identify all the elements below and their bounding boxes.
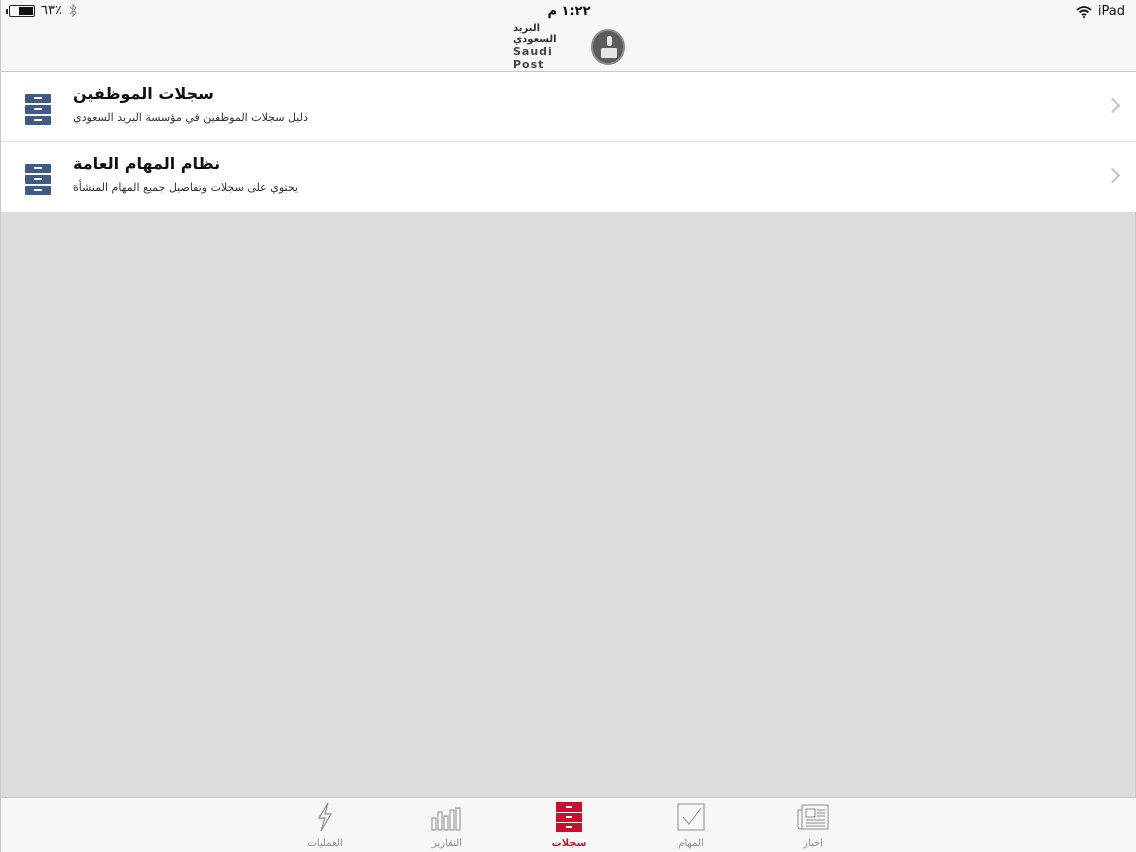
lightning-icon bbox=[308, 802, 342, 832]
tab-bar: العمليات التقارير سجلات المهام اخبار bbox=[1, 797, 1136, 852]
tab-operations[interactable]: العمليات bbox=[285, 802, 365, 850]
list-item-text: نظام المهام العامة يحتوي على سجلات وتفاص… bbox=[73, 154, 1093, 194]
file-cabinet-icon bbox=[25, 164, 51, 196]
list-item-title: سجلات الموظفين bbox=[73, 84, 214, 103]
chevron-right-icon bbox=[1104, 97, 1121, 114]
tab-label: سجلات bbox=[551, 838, 587, 849]
file-cabinet-icon bbox=[25, 94, 51, 126]
newspaper-icon bbox=[796, 802, 830, 832]
tab-tasks[interactable]: المهام bbox=[651, 802, 731, 850]
saudi-post-logo: البريد السعودي Saudi Post bbox=[513, 23, 625, 70]
bar-chart-icon bbox=[430, 802, 464, 832]
tab-reports[interactable]: التقارير bbox=[407, 802, 487, 850]
tab-label: العمليات bbox=[307, 838, 343, 849]
tab-records[interactable]: سجلات bbox=[529, 802, 609, 850]
logo-english: Saudi Post bbox=[513, 44, 553, 71]
device-name: iPad bbox=[1097, 4, 1125, 19]
list-item-subtitle: يحتوي على سجلات وتفاصيل جميع المهام المن… bbox=[73, 181, 298, 194]
status-right-group: iPad bbox=[1076, 4, 1125, 19]
list-item-title: نظام المهام العامة bbox=[73, 154, 221, 173]
status-bar: ٦٣٪ ١:٢٢ م iPad bbox=[1, 0, 1136, 24]
status-time: ١:٢٢ م bbox=[547, 4, 591, 19]
file-cabinet-icon bbox=[552, 802, 586, 832]
list-item-employee-records[interactable]: سجلات الموظفين دليل سجلات الموظفين في مؤ… bbox=[1, 72, 1136, 142]
chevron-right-icon bbox=[1104, 167, 1121, 184]
logo-text: البريد السعودي Saudi Post bbox=[513, 23, 585, 71]
tab-news[interactable]: اخبار bbox=[773, 802, 853, 850]
tab-label: التقارير bbox=[431, 838, 463, 849]
ipad-screen: ٦٣٪ ١:٢٢ م iPad البريد السعودي Saudi Pos… bbox=[0, 0, 1136, 852]
tab-label: المهام bbox=[678, 838, 704, 849]
wifi-icon bbox=[1076, 5, 1092, 18]
tab-label: اخبار bbox=[803, 838, 823, 849]
list-item-text: سجلات الموظفين دليل سجلات الموظفين في مؤ… bbox=[73, 84, 1093, 124]
logo-arabic: البريد السعودي bbox=[513, 22, 557, 46]
checkbox-icon bbox=[674, 802, 708, 832]
list-item-general-tasks[interactable]: نظام المهام العامة يحتوي على سجلات وتفاص… bbox=[1, 142, 1136, 212]
list-item-subtitle: دليل سجلات الموظفين في مؤسسة البريد السع… bbox=[73, 111, 308, 124]
navigation-bar: البريد السعودي Saudi Post bbox=[1, 23, 1136, 72]
records-list: سجلات الموظفين دليل سجلات الموظفين في مؤ… bbox=[1, 72, 1136, 212]
saudi-post-seal-icon bbox=[590, 29, 625, 65]
